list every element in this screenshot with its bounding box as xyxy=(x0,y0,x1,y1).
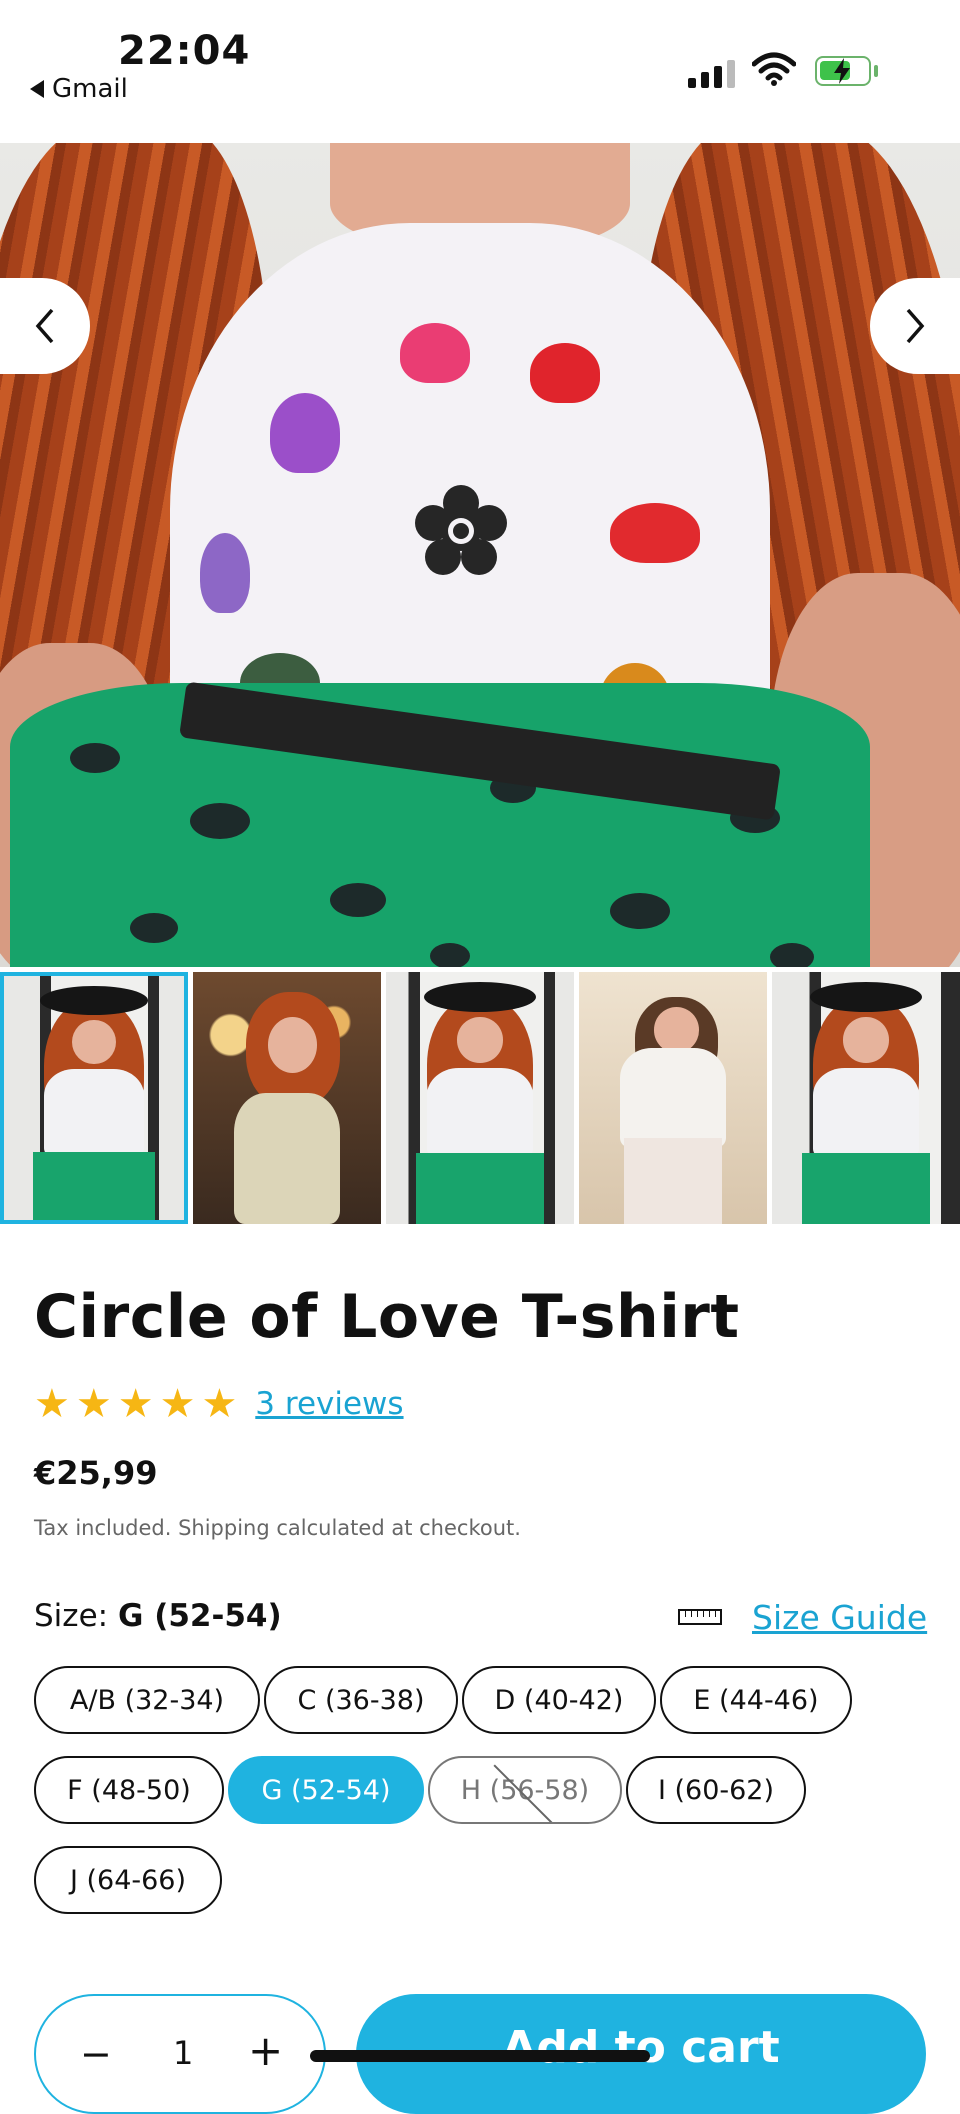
size-option-d[interactable]: D (40-42) xyxy=(462,1666,656,1734)
size-option-e[interactable]: E (44-46) xyxy=(660,1666,852,1734)
rating-row: ★ ★ ★ ★ ★ 3 reviews xyxy=(34,1384,404,1424)
thumbnail-strip xyxy=(0,972,960,1224)
home-indicator xyxy=(310,2050,650,2062)
chevron-left-icon xyxy=(35,308,54,344)
status-bar: 22:04 Gmail xyxy=(0,0,960,142)
star-icon: ★ xyxy=(34,1381,70,1427)
thumbnail-2[interactable] xyxy=(193,972,381,1224)
thumbnail-3[interactable] xyxy=(386,972,574,1224)
charging-bolt-icon xyxy=(834,58,850,84)
flower-print-icon xyxy=(415,485,507,575)
reviews-link[interactable]: 3 reviews xyxy=(255,1386,403,1422)
next-image-button[interactable] xyxy=(870,278,960,374)
size-option-c[interactable]: C (36-38) xyxy=(264,1666,458,1734)
quantity-stepper: − 1 + xyxy=(34,1994,326,2114)
status-time: 22:04 xyxy=(118,28,251,74)
quantity-value[interactable]: 1 xyxy=(173,2034,193,2072)
product-title: Circle of Love T-shirt xyxy=(34,1282,740,1352)
back-app-label: Gmail xyxy=(52,74,128,104)
size-option-f[interactable]: F (48-50) xyxy=(34,1756,224,1824)
star-icon: ★ xyxy=(117,1381,154,1427)
size-option-h-unavailable[interactable]: H (56-58) xyxy=(428,1756,622,1824)
wifi-icon xyxy=(752,52,796,86)
tax-shipping-note: Tax included. Shipping calculated at che… xyxy=(34,1516,521,1540)
print-figure xyxy=(530,343,600,403)
print-figure xyxy=(270,393,340,473)
selected-size-value: G (52-54) xyxy=(117,1598,282,1634)
size-option-j[interactable]: J (64-66) xyxy=(34,1846,222,1914)
back-to-gmail-button[interactable]: Gmail xyxy=(30,74,128,104)
size-option-g[interactable]: G (52-54) xyxy=(228,1756,424,1824)
product-price: €25,99 xyxy=(34,1454,158,1492)
size-option-h-label: H (56-58) xyxy=(460,1774,590,1806)
size-label: Size: xyxy=(34,1598,109,1634)
star-icon: ★ xyxy=(75,1381,112,1427)
size-selection-label: Size: G (52-54) xyxy=(34,1598,282,1634)
product-main-image[interactable] xyxy=(0,143,960,967)
star-icon: ★ xyxy=(201,1381,238,1427)
chevron-right-icon xyxy=(906,308,925,344)
thumbnail-1[interactable] xyxy=(0,972,188,1224)
quantity-increase-button[interactable]: + xyxy=(248,2026,283,2075)
size-option-i[interactable]: I (60-62) xyxy=(626,1756,806,1824)
print-figure xyxy=(400,323,470,383)
print-figure xyxy=(200,533,250,613)
size-guide-link[interactable]: Size Guide xyxy=(752,1598,927,1637)
quantity-decrease-button[interactable]: − xyxy=(80,2032,112,2076)
thumbnail-4[interactable] xyxy=(579,972,767,1224)
thumbnail-5[interactable] xyxy=(772,972,960,1224)
size-option-ab[interactable]: A/B (32-34) xyxy=(34,1666,260,1734)
back-triangle-icon xyxy=(30,80,44,98)
cellular-signal-icon xyxy=(688,60,735,88)
battery-tip xyxy=(874,65,878,77)
ruler-icon xyxy=(678,1609,722,1625)
print-figure xyxy=(610,503,700,563)
star-icon: ★ xyxy=(159,1381,196,1427)
